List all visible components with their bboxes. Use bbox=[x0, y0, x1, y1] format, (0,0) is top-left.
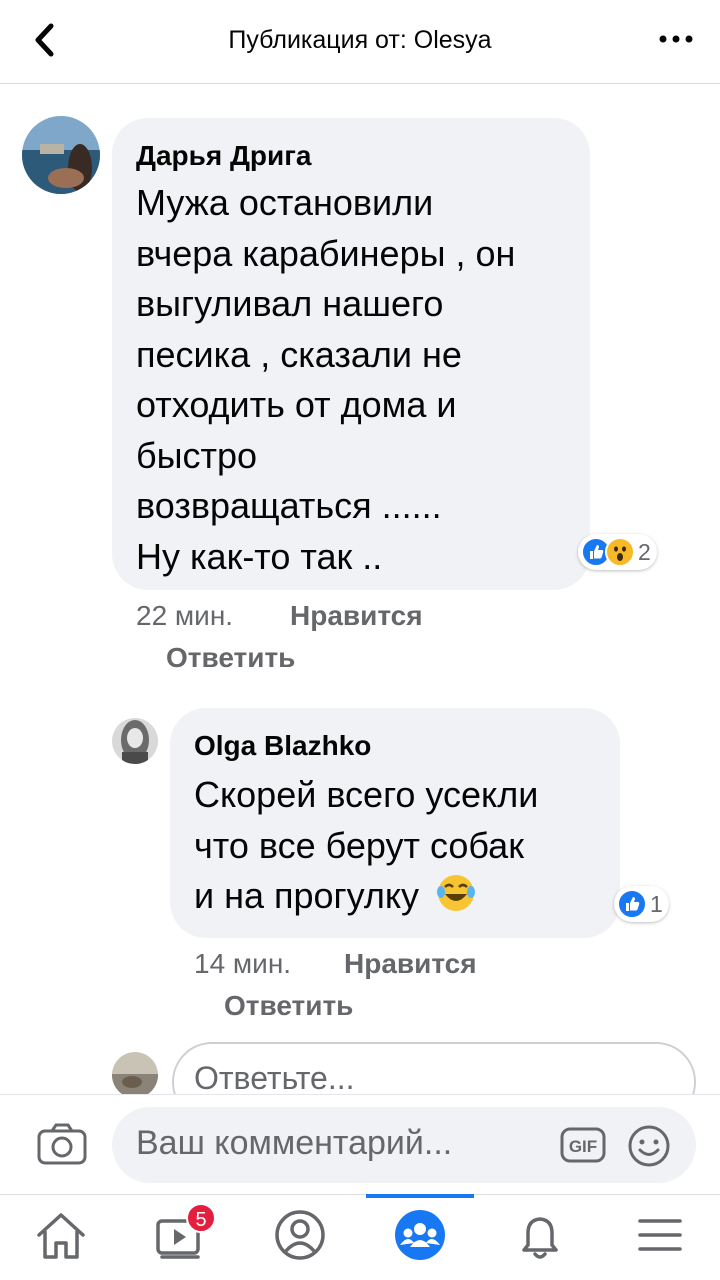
comment-line: Мужа остановили bbox=[136, 182, 434, 223]
comment-bubble: Olga Blazhko Скорей всего усекли что все… bbox=[170, 708, 620, 938]
comment-line: и на прогулку bbox=[194, 875, 420, 916]
reply-placeholder: Ответьте... bbox=[194, 1060, 355, 1096]
comment-line: песика , сказали не bbox=[136, 333, 462, 375]
avatar-photo bbox=[112, 1052, 158, 1098]
reaction-summary[interactable]: 1 bbox=[614, 886, 669, 922]
comment-bubble: Дарья Дрига Мужа остановили вчера караби… bbox=[112, 118, 590, 590]
bottom-tab-bar: 5 bbox=[0, 1194, 720, 1280]
top-bar: Публикация от: Olesya bbox=[0, 0, 720, 84]
gif-button[interactable]: GIF bbox=[560, 1125, 606, 1165]
reaction-count: 2 bbox=[638, 538, 651, 565]
reply-button[interactable]: Ответить bbox=[224, 990, 353, 1022]
comment-placeholder: Ваш комментарий... bbox=[136, 1124, 453, 1162]
avatar-photo bbox=[112, 718, 158, 764]
comment-line: быстро bbox=[136, 434, 258, 476]
comment-text: Скорей всего усекли что все берут собак … bbox=[194, 770, 538, 922]
avatar[interactable] bbox=[22, 116, 100, 194]
page-title: Публикация от: Olesya bbox=[228, 26, 492, 54]
more-horizontal-icon bbox=[659, 35, 693, 43]
smiley-icon bbox=[628, 1125, 670, 1167]
comment-time: 22 мин. bbox=[136, 600, 234, 631]
comment-time: 14 мин. bbox=[194, 948, 292, 979]
like-button[interactable]: Нравится bbox=[344, 948, 477, 980]
comment-composer: Ваш комментарий... GIF bbox=[0, 1094, 720, 1194]
avatar-photo bbox=[22, 116, 100, 194]
active-tab-indicator bbox=[366, 1194, 474, 1198]
camera-icon bbox=[37, 1123, 87, 1165]
comment-text: Мужа остановили вчера карабинеры , он вы… bbox=[136, 178, 515, 582]
comment-line: что все берут собак bbox=[194, 824, 524, 866]
comment-author[interactable]: Дарья Дрига bbox=[136, 140, 311, 172]
camera-button[interactable] bbox=[36, 1121, 88, 1167]
comment-line: выгуливал нашего bbox=[136, 283, 444, 324]
comment-line: возвращаться ...... bbox=[136, 485, 442, 526]
reaction-summary[interactable]: 2 bbox=[578, 534, 657, 570]
avatar bbox=[112, 1052, 158, 1098]
emoji-button[interactable] bbox=[626, 1123, 672, 1169]
gif-label: GIF bbox=[569, 1137, 597, 1156]
tab-groups[interactable] bbox=[390, 1205, 450, 1265]
tab-home[interactable] bbox=[31, 1205, 91, 1265]
like-button[interactable]: Нравится bbox=[290, 600, 423, 632]
groups-icon bbox=[395, 1210, 445, 1260]
tab-notifications[interactable] bbox=[510, 1205, 570, 1265]
tab-profile[interactable] bbox=[270, 1205, 330, 1265]
comment-input[interactable]: Ваш комментарий... GIF bbox=[112, 1107, 696, 1183]
more-options-button[interactable] bbox=[658, 26, 694, 52]
like-reaction-icon bbox=[617, 889, 647, 919]
tab-menu[interactable] bbox=[630, 1205, 690, 1265]
comment-author[interactable]: Olga Blazhko bbox=[194, 730, 371, 762]
wow-reaction-icon bbox=[605, 537, 635, 567]
notification-badge: 5 bbox=[186, 1203, 216, 1233]
comment-line: отходить от дома и bbox=[136, 384, 457, 425]
comment-line: Ну как-то так .. bbox=[136, 535, 383, 577]
avatar[interactable] bbox=[112, 718, 158, 764]
profile-icon bbox=[275, 1210, 325, 1260]
menu-icon bbox=[638, 1219, 682, 1251]
reaction-count: 1 bbox=[650, 890, 663, 917]
bell-icon bbox=[522, 1217, 558, 1259]
laughing-tears-emoji bbox=[437, 875, 476, 911]
comment-line: вчера карабинеры , он bbox=[136, 232, 516, 274]
comment-line: Скорей всего усекли bbox=[194, 774, 539, 815]
reply-button[interactable]: Ответить bbox=[166, 642, 295, 674]
home-icon bbox=[37, 1213, 85, 1259]
gif-icon: GIF bbox=[560, 1127, 606, 1163]
